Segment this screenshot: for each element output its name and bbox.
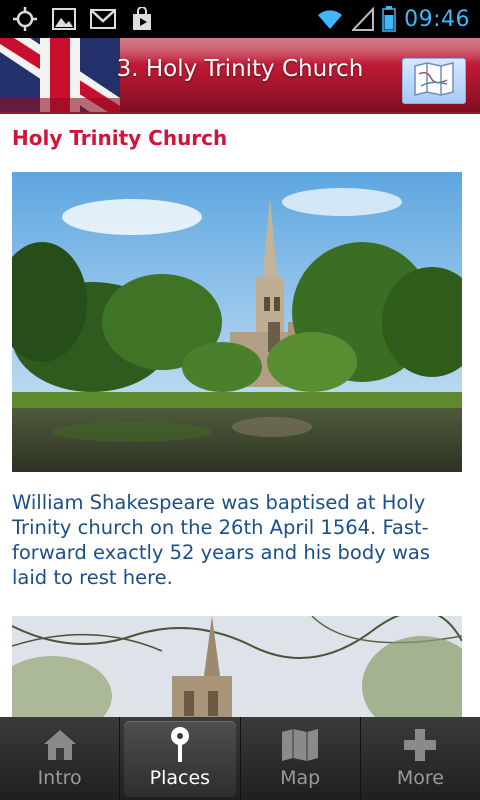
map-icon	[280, 727, 320, 763]
gmail-icon	[90, 9, 116, 29]
tab-places[interactable]: Places	[119, 717, 239, 800]
tab-more-label: More	[396, 767, 444, 789]
tab-intro[interactable]: Intro	[0, 717, 119, 800]
image-icon	[52, 8, 76, 30]
tab-map[interactable]: Map	[239, 717, 360, 800]
tab-more[interactable]: More	[359, 717, 480, 800]
tab-intro-label: Intro	[37, 767, 82, 789]
place-content[interactable]: Holy Trinity Church William Shakespeare …	[0, 114, 480, 717]
tab-map-label: Map	[280, 767, 321, 789]
play-store-icon	[130, 7, 154, 31]
tab-places-label: Places	[149, 767, 211, 789]
place-description: William Shakespeare was baptised at Holy…	[12, 491, 431, 589]
gps-icon	[12, 6, 38, 32]
map-icon	[413, 62, 455, 100]
house-icon	[42, 727, 78, 763]
signal-icon	[352, 7, 375, 31]
clock: 09:46	[404, 6, 470, 32]
bottom-nav: Intro Places Map More	[0, 717, 480, 800]
map-button[interactable]	[402, 58, 466, 104]
app-header: 3. Holy Trinity Church	[0, 38, 480, 112]
church-photo-secondary	[12, 616, 462, 717]
plus-icon	[402, 727, 438, 763]
place-title: Holy Trinity Church	[12, 126, 228, 150]
church-photo	[12, 172, 462, 472]
wifi-icon	[316, 7, 344, 31]
status-bar: 09:46	[0, 0, 480, 38]
battery-icon	[382, 6, 396, 32]
pin-icon	[168, 727, 192, 763]
